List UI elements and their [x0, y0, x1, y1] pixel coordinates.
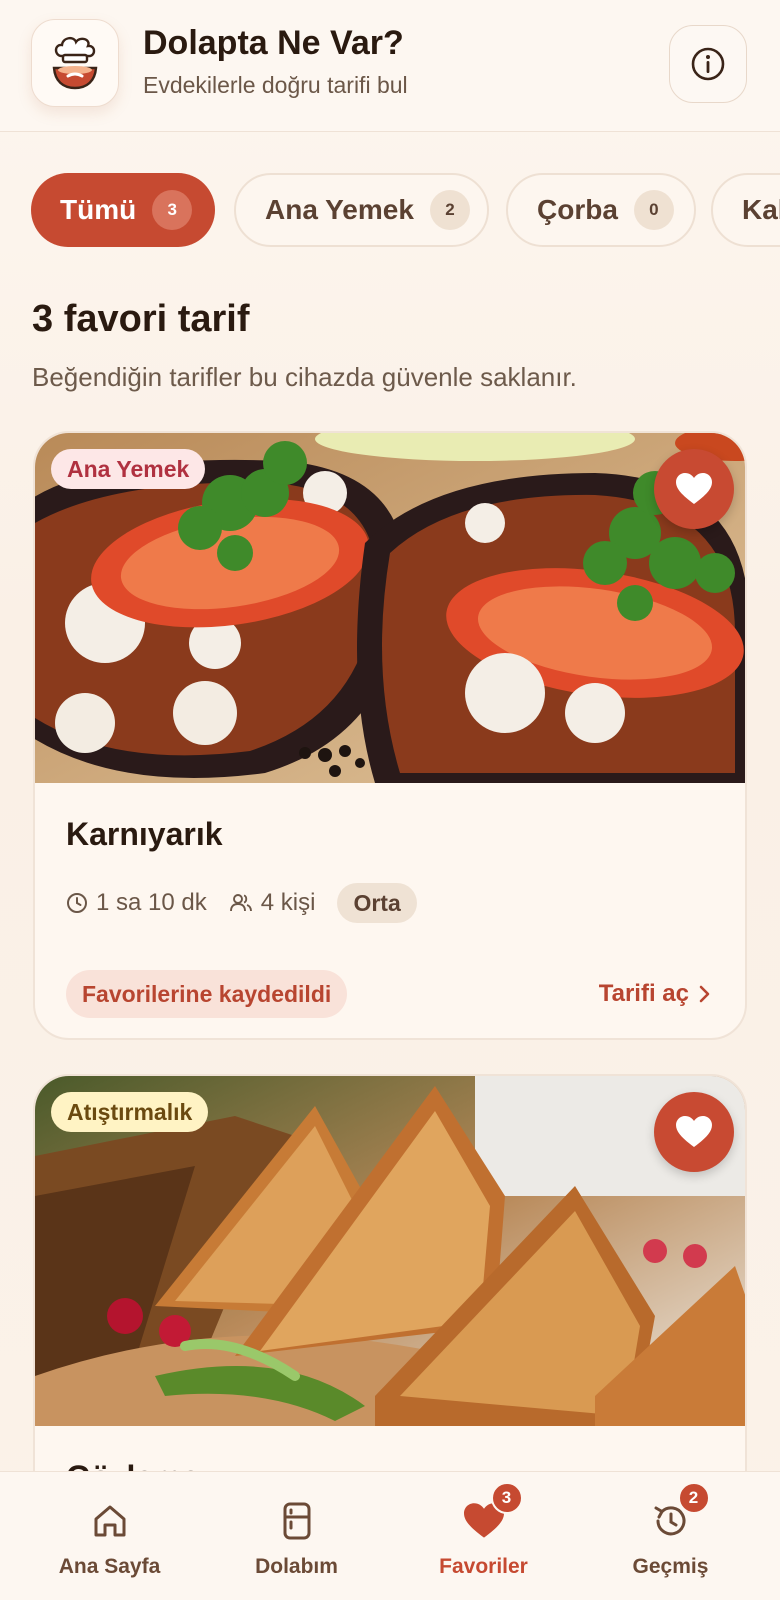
nav-home[interactable]: Ana Sayfa — [12, 1472, 207, 1600]
chip-label: Çorba — [537, 194, 618, 225]
favorite-toggle-button[interactable] — [654, 449, 734, 529]
app-logo — [31, 19, 119, 107]
chip-count: 0 — [633, 190, 674, 230]
bottom-navigation: Ana Sayfa Dolabım 3 Favoriler 2 Geçmiş — [0, 1471, 780, 1600]
fridge-icon — [283, 1502, 310, 1540]
nav-icon-wrap — [275, 1499, 319, 1543]
open-recipe-link[interactable]: Tarifi aç — [599, 970, 711, 1018]
nav-icon-wrap: 2 — [649, 1482, 710, 1543]
chip-soup[interactable]: Çorba 0 — [506, 173, 696, 247]
favorite-toggle-button[interactable] — [654, 1092, 734, 1172]
chip-all[interactable]: Tümü 3 — [31, 173, 215, 247]
info-button[interactable] — [669, 25, 747, 103]
servings-value: 4 kişi — [260, 889, 316, 916]
recipe-title: Karnıyarık — [66, 816, 223, 852]
app-subtitle: Evdekilerle doğru tarifi bul — [143, 72, 408, 98]
chip-count: 2 — [429, 190, 470, 230]
chef-pot-icon — [52, 37, 98, 90]
chip-breakfast[interactable]: Kahvaltı — [711, 173, 780, 247]
open-recipe-label: Tarifi aç — [598, 980, 689, 1007]
favorites-count-badge: 3 — [490, 1482, 523, 1514]
saved-status-badge: Favorilerine kaydedildi — [66, 970, 348, 1018]
clock-icon — [67, 893, 87, 913]
servings: 4 kişi — [229, 889, 316, 917]
chevron-right-icon — [699, 985, 710, 1003]
nav-label: Dolabım — [255, 1555, 338, 1578]
nav-label: Favoriler — [439, 1555, 528, 1578]
chip-label: Ana Yemek — [265, 194, 414, 225]
cook-time-value: 1 sa 10 dk — [96, 889, 207, 916]
recipe-card[interactable]: Ana Yemek Karnıyarık 1 sa 10 dk 4 kişi O… — [33, 431, 747, 1040]
app-title: Dolapta Ne Var? — [143, 24, 404, 62]
info-icon — [691, 47, 725, 81]
chip-label: Tümü — [60, 194, 137, 225]
recipe-meta: 1 sa 10 dk 4 kişi Orta — [66, 883, 417, 923]
recipe-image: Atıştırmalık — [35, 1076, 745, 1426]
favorites-count-title: 3 favori tarif — [32, 298, 250, 340]
category-tag: Atıştırmalık — [51, 1092, 209, 1132]
nav-history[interactable]: 2 Geçmiş — [573, 1472, 768, 1600]
nav-icon-wrap: 3 — [462, 1482, 523, 1543]
category-tag: Ana Yemek — [51, 449, 206, 489]
difficulty-badge: Orta — [337, 883, 417, 923]
category-filter-bar: Tümü 3 Ana Yemek 2 Çorba 0 Kahvaltı — [0, 173, 780, 247]
app-root: Dolapta Ne Var? Evdekilerle doğru tarifi… — [0, 0, 780, 1600]
heart-icon — [676, 473, 712, 504]
favorites-subtitle: Beğendiğin tarifler bu cihazda güvenle s… — [32, 362, 577, 392]
nav-fridge[interactable]: Dolabım — [199, 1472, 394, 1600]
app-header: Dolapta Ne Var? Evdekilerle doğru tarifi… — [0, 0, 780, 132]
chip-count: 3 — [152, 190, 193, 230]
chip-main-dish[interactable]: Ana Yemek 2 — [234, 173, 489, 247]
nav-label: Ana Sayfa — [58, 1555, 161, 1578]
people-icon — [229, 894, 252, 912]
home-icon — [94, 1505, 125, 1537]
nav-icon-wrap — [88, 1499, 132, 1543]
cook-time: 1 sa 10 dk — [66, 889, 207, 917]
history-count-badge: 2 — [677, 1482, 710, 1514]
heart-icon — [676, 1116, 712, 1147]
chip-label: Kahvaltı — [742, 194, 780, 225]
nav-label: Geçmiş — [632, 1555, 709, 1578]
recipe-image: Ana Yemek — [35, 433, 745, 783]
nav-favorites[interactable]: 3 Favoriler — [386, 1472, 581, 1600]
